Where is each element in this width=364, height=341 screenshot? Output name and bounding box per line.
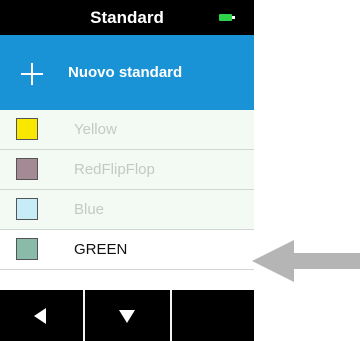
plus-icon bbox=[21, 63, 43, 85]
list-item-yellow[interactable]: Yellow bbox=[0, 110, 254, 150]
bottom-navigation bbox=[0, 290, 254, 341]
color-swatch bbox=[16, 238, 38, 260]
pointer-arrow-icon bbox=[252, 240, 360, 282]
back-button[interactable] bbox=[0, 290, 80, 341]
list-item-label: Blue bbox=[74, 201, 105, 218]
list-item-label: GREEN bbox=[74, 241, 128, 258]
page-title: Standard bbox=[90, 8, 164, 27]
divider bbox=[170, 290, 172, 341]
list-item-redflipflop[interactable]: RedFlipFlop bbox=[0, 150, 254, 190]
color-swatch bbox=[16, 158, 38, 180]
scroll-down-button[interactable] bbox=[87, 290, 167, 341]
new-standard-label: Nuovo standard bbox=[68, 64, 183, 81]
device-screen: Standard Nuovo standard Yellow RedFlipFl… bbox=[0, 0, 254, 341]
down-arrow-icon bbox=[119, 310, 135, 323]
list-item-label: Yellow bbox=[74, 121, 117, 138]
list-item-blue[interactable]: Blue bbox=[0, 190, 254, 230]
empty-nav-button[interactable] bbox=[174, 290, 254, 341]
color-swatch bbox=[16, 198, 38, 220]
standards-list: Yellow RedFlipFlop Blue GREEN bbox=[0, 110, 254, 270]
left-arrow-icon bbox=[34, 308, 46, 324]
battery-icon bbox=[219, 14, 235, 21]
new-standard-button[interactable]: Nuovo standard bbox=[0, 35, 254, 110]
list-item-green[interactable]: GREEN bbox=[0, 230, 254, 270]
list-item-label: RedFlipFlop bbox=[74, 161, 155, 178]
color-swatch bbox=[16, 118, 38, 140]
divider bbox=[83, 290, 85, 341]
title-bar: Standard bbox=[0, 0, 254, 35]
